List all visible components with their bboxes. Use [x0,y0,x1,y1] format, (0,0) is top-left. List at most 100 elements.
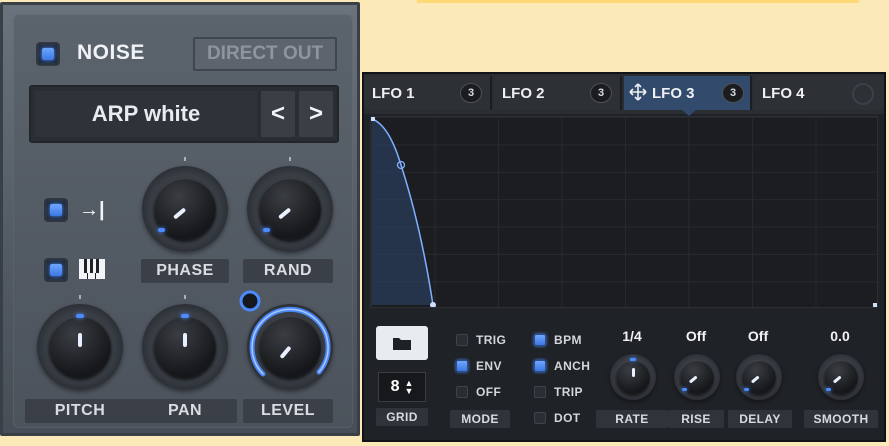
rise-knob-indicator [682,388,687,391]
smooth-label: SMOOTH [804,410,878,428]
grid-label: GRID [376,408,428,426]
rise-label: RISE [668,410,724,428]
tab-lfo-2-count: 3 [590,83,612,103]
bpm-label: BPM [554,333,582,347]
pan-knob-tick [184,295,186,299]
trip-label: TRIP [554,385,583,399]
tab-lfo-4-label: LFO 4 [762,85,805,102]
level-knob-cap [259,316,321,378]
level-knob-pointer [279,345,292,360]
env-checkbox[interactable] [456,360,468,372]
tab-lfo-3[interactable]: LFO 3 3 [624,76,752,110]
level-label: LEVEL [243,399,333,423]
grid-stepper[interactable]: 8 ▲ ▼ [378,372,426,402]
stepper-arrows-icon: ▲ ▼ [404,378,414,396]
load-shape-button[interactable] [376,326,428,360]
delay-knob-indicator [744,388,749,391]
keytrack-checkbox[interactable] [45,259,67,281]
dot-label: DOT [554,411,581,425]
off-checkbox[interactable] [456,386,468,398]
lfo-curve [371,117,877,307]
pitch-knob-indicator [76,314,84,318]
tab-lfo-4[interactable]: LFO 4 [754,76,884,110]
tab-lfo-2[interactable]: LFO 2 3 [494,76,622,110]
rate-label: RATE [596,410,668,428]
noise-title: NOISE [77,41,145,64]
curve-point-start[interactable] [371,117,375,121]
off-label: OFF [476,385,502,399]
trig-option[interactable]: TRIG [456,332,516,348]
retrigger-icon: →| [79,199,105,221]
prev-preset-button[interactable]: < [261,91,295,137]
rate-knob[interactable] [610,354,656,400]
noise-enable-checkbox[interactable] [37,43,59,65]
lfo-panel: LFO 1 3 LFO 2 3 LFO 3 3 LFO 4 8 ▲ ▼ GRID… [362,72,886,442]
retrigger-checkbox[interactable] [45,199,67,221]
level-knob[interactable] [247,304,333,390]
anch-option[interactable]: ANCH [534,358,594,374]
tab-lfo-2-label: LFO 2 [502,85,545,102]
bpm-checkbox[interactable] [534,334,546,346]
rate-knob-cap [616,360,650,394]
noise-panel: NOISE DIRECT OUT ARP white < > →| PHASE [0,2,360,436]
direct-out-button[interactable]: DIRECT OUT [193,37,337,71]
smooth-value: 0.0 [830,328,850,344]
off-option[interactable]: OFF [456,384,516,400]
env-option[interactable]: ENV [456,358,516,374]
smooth-knob-pointer [832,375,842,384]
tab-lfo-1-count: 3 [460,83,482,103]
top-edge-strip [417,0,859,3]
delay-value: Off [747,328,769,344]
rise-knob[interactable] [674,354,720,400]
pitch-knob[interactable] [37,304,123,390]
rate-knob-pointer [632,368,635,377]
pan-knob[interactable] [142,304,228,390]
curve-point-last[interactable] [873,303,877,307]
tab-lfo-1-label: LFO 1 [372,85,415,102]
phase-knob-pointer [172,207,187,220]
dot-option[interactable]: DOT [534,410,594,426]
dot-checkbox[interactable] [534,412,546,424]
rand-knob[interactable] [247,166,333,252]
trig-checkbox[interactable] [456,334,468,346]
lfo-shape-editor[interactable] [370,116,878,308]
trig-label: TRIG [476,333,507,347]
phase-label: PHASE [141,259,229,283]
phase-knob-indicator [158,228,165,232]
delay-label: DELAY [728,410,792,428]
next-preset-button[interactable]: > [299,91,333,137]
pan-label: PAN [133,399,237,423]
folder-icon [393,338,411,350]
rand-label: RAND [243,259,333,283]
pitch-knob-cap [49,316,111,378]
bpm-option[interactable]: BPM [534,332,594,348]
pitch-knob-tick [79,295,81,299]
rise-value: Off [685,328,707,344]
anch-checkbox[interactable] [534,360,546,372]
rand-knob-pointer [277,207,292,220]
preset-name[interactable]: ARP white [35,91,257,137]
piano-keys-icon [79,259,105,284]
mode-label: MODE [450,410,510,428]
delay-knob-pointer [750,375,760,384]
delay-knob[interactable] [736,354,782,400]
phase-knob[interactable] [142,166,228,252]
pan-knob-cap [154,316,216,378]
rand-knob-tick [289,157,291,161]
pan-knob-pointer [183,333,187,347]
pitch-label: PITCH [25,399,135,423]
smooth-knob[interactable] [818,354,864,400]
grid-value: 8 [390,378,400,395]
trip-checkbox[interactable] [534,386,546,398]
tab-lfo-1[interactable]: LFO 1 3 [364,76,492,110]
rate-value: 1/4 [622,328,642,344]
tab-lfo-4-ring-icon [852,83,874,105]
tab-lfo-3-label: LFO 3 [652,85,695,102]
preset-selector: ARP white < > [29,85,339,143]
trip-option[interactable]: TRIP [534,384,594,400]
env-label: ENV [476,359,502,373]
pan-knob-indicator [181,314,189,318]
rise-knob-pointer [688,375,698,384]
tab-lfo-3-count: 3 [722,83,744,103]
anch-label: ANCH [554,359,591,373]
